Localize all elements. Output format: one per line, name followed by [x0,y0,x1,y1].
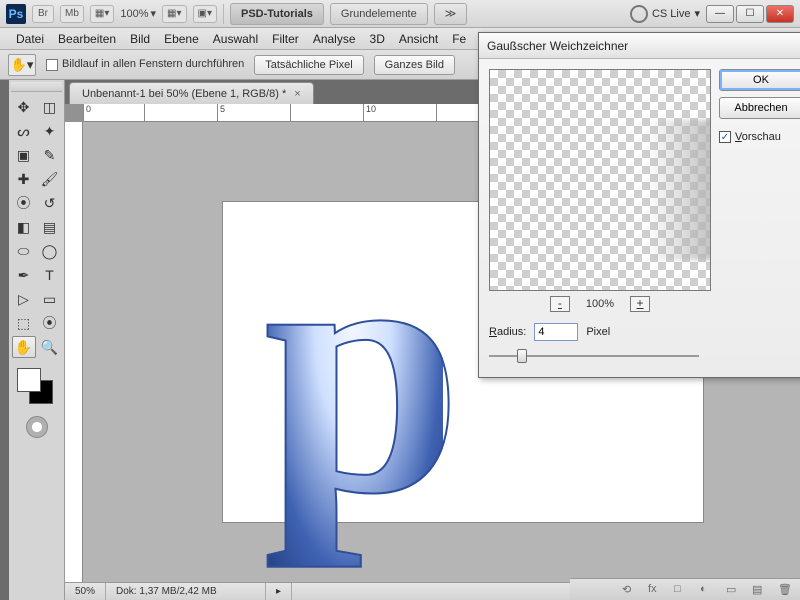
bridge-chip[interactable]: Br [32,5,54,23]
zoom-readout[interactable]: 100% ▾ [120,7,156,20]
3d-tool-icon[interactable]: ⬚ [12,312,36,334]
radius-slider[interactable] [489,347,699,365]
stamp-tool-icon[interactable]: ⦿ [12,192,36,214]
menu-bearbeiten[interactable]: Bearbeiten [52,30,122,48]
crop-tool-icon[interactable]: ▣ [12,144,36,166]
preview-artwork [646,120,711,260]
separator [223,4,224,24]
window-minimize-button[interactable]: — [706,5,734,23]
zoom-out-button[interactable]: - [550,296,570,312]
preview-zoom-readout: 100% [586,298,614,310]
mask-icon[interactable]: □ [674,583,688,597]
app-bar: Ps Br Mb ▦▾ 100% ▾ ▦▾ ▣▾ PSD-Tutorials G… [0,0,800,28]
close-tab-icon[interactable]: × [294,88,300,100]
heal-tool-icon[interactable]: ✚ [12,168,36,190]
ruler-vertical[interactable] [65,122,83,582]
toolbox-grip[interactable] [11,82,62,92]
move-tool-icon[interactable]: ✥ [12,96,36,118]
workspace-tab-primary[interactable]: PSD-Tutorials [230,3,324,25]
quickmask-icon[interactable] [26,416,48,438]
hand-tool-icon[interactable]: ✋ [12,336,36,358]
brush-tool-icon[interactable]: 🖌 [38,168,62,190]
fx-icon[interactable]: fx [648,583,662,597]
menu-filter[interactable]: Filter [266,30,305,48]
3d-camera-tool-icon[interactable]: ⦿ [38,312,62,334]
pen-tool-icon[interactable]: ✒ [12,264,36,286]
eraser-tool-icon[interactable]: ◧ [12,216,36,238]
app-logo-icon: Ps [6,4,26,24]
document-tab-title: Unbenannt-1 bei 50% (Ebene 1, RGB/8) * [82,88,286,100]
radius-label: Radius: [489,326,526,338]
scroll-all-option[interactable]: Bildlauf in allen Fenstern durchführen [46,58,244,70]
radius-input[interactable] [534,323,578,341]
zoom-in-button[interactable]: + [630,296,650,312]
screenmode-chip[interactable]: ▣▾ [193,5,217,23]
document-tab[interactable]: Unbenannt-1 bei 50% (Ebene 1, RGB/8) * × [69,82,314,104]
trash-icon[interactable]: 🗑 [778,583,792,597]
status-docsize[interactable]: Dok: 1,37 MB/2,42 MB [106,583,266,600]
viewmode-chip[interactable]: ▦▾ [90,5,114,23]
minibridge-chip[interactable]: Mb [60,5,84,23]
new-layer-icon[interactable]: ▤ [752,583,766,597]
current-tool-icon[interactable]: ✋▾ [8,54,36,76]
workspace-overflow[interactable]: ≫ [434,3,468,25]
toolbox: ✥ ◫ ᔕ ✦ ▣ ✎ ✚ 🖌 ⦿ ↺ ◧ ▤ ⬭ ◯ ✒ T ▷ ▭ ⬚ ⦿ … [9,80,65,600]
ok-button[interactable]: OK [719,69,800,91]
path-select-tool-icon[interactable]: ▷ [12,288,36,310]
foreground-swatch[interactable] [17,368,41,392]
eyedropper-tool-icon[interactable]: ✎ [38,144,62,166]
color-swatches[interactable] [17,368,57,408]
wand-tool-icon[interactable]: ✦ [38,120,62,142]
zoom-tool-icon[interactable]: 🔍 [38,336,62,358]
gradient-tool-icon[interactable]: ▤ [38,216,62,238]
type-tool-icon[interactable]: T [38,264,62,286]
preview-checkbox[interactable]: ✓ Vorschau [719,131,800,143]
link-layers-icon[interactable]: ⟲ [622,583,636,597]
menu-3d[interactable]: 3D [364,30,391,48]
preview-area[interactable] [489,69,711,291]
fit-screen-button[interactable]: Ganzes Bild [374,55,455,75]
menu-analyse[interactable]: Analyse [307,30,362,48]
artwork-text: p [263,162,443,576]
slider-thumb[interactable] [517,349,527,363]
menu-ebene[interactable]: Ebene [158,30,205,48]
blur-tool-icon[interactable]: ⬭ [12,240,36,262]
adjustment-icon[interactable]: ◐ [700,583,714,597]
workspace-tab-secondary[interactable]: Grundelemente [330,3,428,25]
cancel-button[interactable]: Abbrechen [719,97,800,119]
status-zoom[interactable]: 50% [65,583,106,600]
lasso-tool-icon[interactable]: ᔕ [12,120,36,142]
window-close-button[interactable]: ✕ [766,5,794,23]
cslive-button[interactable]: CS Live ▾ [630,5,700,23]
gaussian-blur-dialog: Gaußscher Weichzeichner - 100% + Radius:… [478,32,800,378]
radius-unit: Pixel [586,326,610,338]
checkbox-checked-icon[interactable]: ✓ [719,131,731,143]
window-maximize-button[interactable]: ☐ [736,5,764,23]
history-brush-tool-icon[interactable]: ↺ [38,192,62,214]
arrange-chip[interactable]: ▦▾ [162,5,186,23]
menu-fenster-cut[interactable]: Fe [446,30,472,48]
actual-pixels-button[interactable]: Tatsächliche Pixel [254,55,363,75]
status-disclosure-icon[interactable]: ▸ [266,583,292,600]
dodge-tool-icon[interactable]: ◯ [38,240,62,262]
group-icon[interactable]: ▭ [726,583,740,597]
checkbox-icon[interactable] [46,59,58,71]
shape-tool-icon[interactable]: ▭ [38,288,62,310]
menu-auswahl[interactable]: Auswahl [207,30,264,48]
dialog-title[interactable]: Gaußscher Weichzeichner [479,33,800,59]
layers-footer: ⟲ fx □ ◐ ▭ ▤ 🗑 [570,578,800,600]
collapsed-dock-left[interactable] [0,80,9,600]
marquee-tool-icon[interactable]: ◫ [38,96,62,118]
menu-ansicht[interactable]: Ansicht [393,30,444,48]
menu-bild[interactable]: Bild [124,30,156,48]
menu-datei[interactable]: Datei [10,30,50,48]
